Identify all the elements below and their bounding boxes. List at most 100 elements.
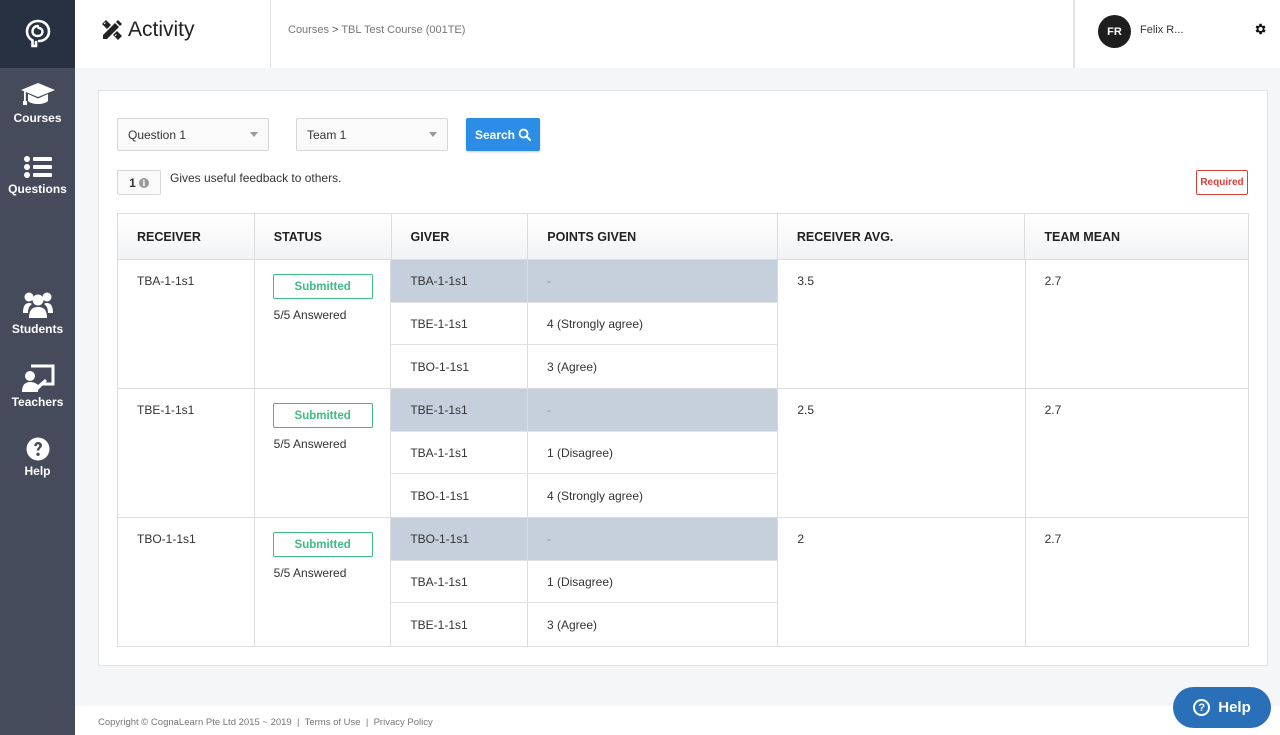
- giver-name: TBO-1-1s1: [391, 345, 528, 388]
- giver-row: TBA-1-1s1 1 (Disagree): [391, 431, 778, 475]
- page-title-text: Activity: [128, 18, 195, 41]
- app-logo[interactable]: [0, 0, 75, 68]
- chalkboard-teacher-icon: [21, 364, 54, 392]
- team-mean-cell: 2.7: [1044, 403, 1062, 417]
- giver-name: TBE-1-1s1: [391, 302, 528, 345]
- question-circle-icon: [26, 437, 49, 461]
- avatar[interactable]: FR: [1098, 15, 1131, 48]
- peer-evaluation-table: RECEIVER STATUS GIVER POINTS GIVEN RECEI…: [117, 213, 1249, 647]
- giver-name: TBA-1-1s1: [391, 431, 528, 474]
- activity-card: Question 1 Team 1 Search 1 i Gives usefu…: [98, 90, 1268, 666]
- sidebar-item-label: Help: [24, 464, 51, 478]
- privacy-policy-link[interactable]: Privacy Policy: [374, 717, 433, 728]
- status-cell: Submitted 5/5 Answered: [255, 389, 392, 517]
- receiver-cell: TBA-1-1s1: [118, 260, 255, 388]
- giver-name: TBE-1-1s1: [391, 389, 528, 431]
- help-button[interactable]: ? Help: [1173, 687, 1271, 728]
- users-icon: [22, 292, 53, 318]
- answered-count: 5/5 Answered: [273, 308, 347, 322]
- header-divider: [270, 0, 271, 68]
- copyright-text: Copyright © CognaLearn Pte Ltd 2015 ~ 20…: [98, 717, 292, 728]
- question-circle-icon: ?: [1193, 699, 1211, 716]
- search-button[interactable]: Search: [466, 118, 540, 151]
- points-given: 3 (Agree): [546, 359, 597, 374]
- receiver-cell: TBO-1-1s1: [118, 518, 255, 646]
- giver-name: TBO-1-1s1: [391, 518, 528, 560]
- answered-count: 5/5 Answered: [273, 566, 347, 580]
- team-select-value: Team 1: [307, 127, 347, 142]
- status-badge: Submitted: [272, 532, 373, 557]
- giver-name: TBA-1-1s1: [391, 560, 528, 603]
- column-header-giver: GIVER: [392, 214, 529, 259]
- top-header: Activity Courses > TBL Test Course (001T…: [75, 0, 1280, 68]
- giver-row: TBO-1-1s1 3 (Agree): [391, 345, 777, 388]
- breadcrumb-separator: >: [332, 24, 339, 36]
- page-title: Activity: [101, 18, 195, 42]
- gear-icon[interactable]: [1253, 22, 1267, 36]
- question-number-badge[interactable]: 1 i: [117, 170, 161, 195]
- question-number: 1: [129, 175, 136, 190]
- points-given: 4 (Strongly agree): [546, 316, 644, 331]
- required-badge: Required: [1196, 170, 1248, 195]
- giver-row: TBE-1-1s1 -: [391, 389, 778, 432]
- receiver-avg-cell: 2.5: [778, 389, 1026, 517]
- table-row: TBO-1-1s1 Submitted 5/5 Answered TBO-1-1…: [118, 518, 1248, 646]
- givers-list: TBE-1-1s1 - TBA-1-1s1 1 (Disagree) TBO-1…: [391, 389, 779, 517]
- question-select[interactable]: Question 1: [117, 118, 269, 151]
- points-given: 3 (Agree): [546, 617, 597, 632]
- sidebar-item-label: Students: [11, 322, 64, 336]
- sidebar-item-label: Questions: [8, 182, 67, 196]
- answered-count: 5/5 Answered: [273, 437, 347, 451]
- receiver-avg-cell: 2: [778, 518, 1026, 646]
- giver-name: TBO-1-1s1: [391, 474, 528, 517]
- giver-row: TBE-1-1s1 4 (Strongly agree): [391, 302, 778, 346]
- breadcrumb: Courses > TBL Test Course (001TE): [288, 24, 465, 36]
- points-given: 1 (Disagree): [546, 574, 613, 589]
- givers-list: TBA-1-1s1 - TBE-1-1s1 4 (Strongly agree)…: [391, 260, 779, 388]
- status-cell: Submitted 5/5 Answered: [255, 518, 392, 646]
- giver-row: TBO-1-1s1 4 (Strongly agree): [391, 474, 777, 517]
- search-button-label: Search: [474, 127, 516, 142]
- points-given: -: [546, 273, 551, 288]
- status-badge: Submitted: [272, 403, 373, 428]
- receiver-cell: TBE-1-1s1: [118, 389, 255, 517]
- info-icon[interactable]: i: [138, 177, 149, 188]
- giver-row: TBA-1-1s1 -: [391, 260, 778, 303]
- breadcrumb-courses[interactable]: Courses: [288, 24, 329, 36]
- points-given: 1 (Disagree): [546, 445, 613, 460]
- giver-name: TBE-1-1s1: [391, 603, 528, 646]
- footer-separator: |: [297, 717, 300, 728]
- column-header-receiver: RECEIVER: [118, 214, 255, 259]
- column-header-points-given: POINTS GIVEN: [528, 214, 778, 259]
- sidebar: Courses Questions Students Teachers Help: [0, 0, 75, 735]
- receiver-avg-cell: 3.5: [778, 260, 1026, 388]
- team-select[interactable]: Team 1: [296, 118, 448, 151]
- graduation-cap-icon: [20, 83, 55, 105]
- search-icon: [518, 128, 532, 141]
- sidebar-item-label: Teachers: [11, 395, 64, 409]
- sidebar-item-students[interactable]: Students: [0, 291, 75, 336]
- giver-name: TBA-1-1s1: [391, 260, 528, 302]
- breadcrumb-current: TBL Test Course (001TE): [341, 24, 466, 36]
- question-select-value: Question 1: [128, 127, 187, 142]
- header-divider: [1073, 0, 1075, 68]
- logo-icon: [25, 19, 50, 48]
- terms-of-use-link[interactable]: Terms of Use: [305, 717, 361, 728]
- sidebar-item-teachers[interactable]: Teachers: [0, 364, 75, 409]
- status-badge: Submitted: [272, 274, 373, 299]
- giver-row: TBA-1-1s1 1 (Disagree): [391, 560, 778, 604]
- team-mean-cell: 2.7: [1044, 532, 1062, 546]
- chevron-down-icon: [429, 132, 437, 137]
- giver-row: TBE-1-1s1 3 (Agree): [391, 603, 777, 646]
- sidebar-item-questions[interactable]: Questions: [0, 155, 75, 196]
- user-name[interactable]: Felix R...: [1140, 24, 1183, 36]
- points-given: -: [546, 402, 551, 417]
- points-given: -: [546, 531, 551, 546]
- list-icon: [23, 156, 52, 178]
- sidebar-item-courses[interactable]: Courses: [0, 82, 75, 125]
- help-button-label: Help: [1218, 699, 1251, 716]
- column-header-receiver-avg: RECEIVER AVG.: [778, 214, 1026, 259]
- sidebar-item-help[interactable]: Help: [0, 437, 75, 478]
- giver-row: TBO-1-1s1 -: [391, 518, 778, 561]
- table-row: TBE-1-1s1 Submitted 5/5 Answered TBE-1-1…: [118, 389, 1248, 518]
